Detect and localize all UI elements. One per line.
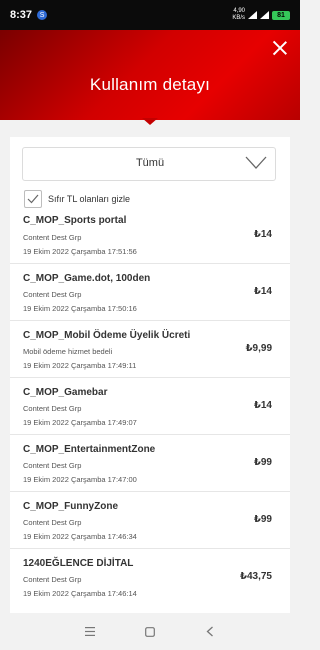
system-nav-bar	[0, 613, 300, 650]
page-title: Kullanım detayı	[89, 75, 211, 94]
item-amount: ₺14	[253, 229, 272, 240]
item-name: 1240EĞLENCE DİJİTAL	[23, 558, 134, 569]
item-amount: ₺43,75	[240, 571, 272, 582]
item-category: Content Dest Grp	[23, 518, 82, 527]
chevron-down-icon	[245, 156, 267, 169]
item-amount: ₺14	[253, 286, 272, 297]
menu-icon[interactable]	[83, 625, 97, 639]
page-header: Kullanım detayı	[0, 30, 300, 120]
filter-dropdown[interactable]: Tümü	[22, 147, 276, 181]
item-name: C_MOP_Sports portal	[23, 215, 127, 226]
item-amount: ₺99	[253, 457, 272, 468]
list-item[interactable]: C_MOP_Sports portal Content Dest Grp 19 …	[10, 209, 290, 264]
status-time: 8:37	[10, 9, 33, 21]
back-chevron-icon[interactable]	[203, 625, 217, 639]
item-date: 19 Ekim 2022 Çarşamba 17:49:07	[23, 418, 137, 427]
item-amount: ₺14	[253, 400, 272, 411]
list-item[interactable]: 1240EĞLENCE DİJİTAL Content Dest Grp 19 …	[10, 549, 290, 606]
list-item[interactable]: C_MOP_FunnyZone Content Dest Grp 19 Ekim…	[10, 492, 290, 549]
hide-zero-label: Sıfır TL olanları gizle	[48, 194, 131, 204]
item-date: 19 Ekim 2022 Çarşamba 17:46:14	[23, 589, 137, 598]
list-item[interactable]: C_MOP_Mobil Ödeme Üyelik Ücreti Mobil öd…	[10, 321, 290, 378]
item-date: 19 Ekim 2022 Çarşamba 17:46:34	[23, 532, 137, 541]
home-square-icon[interactable]	[143, 625, 157, 639]
list-item[interactable]: C_MOP_Game.dot, 100den Content Dest Grp …	[10, 264, 290, 321]
battery-icon: 81	[272, 10, 290, 20]
item-date: 19 Ekim 2022 Çarşamba 17:47:00	[23, 475, 137, 484]
list-item[interactable]: C_MOP_EntertainmentZone Content Dest Grp…	[10, 435, 290, 492]
item-amount: ₺99	[253, 514, 272, 525]
filter-selected-value: Tümü	[135, 157, 165, 169]
item-amount: ₺9,99	[245, 343, 272, 354]
item-date: 19 Ekim 2022 Çarşamba 17:50:16	[23, 304, 137, 313]
item-name: C_MOP_EntertainmentZone	[23, 444, 156, 455]
item-category: Content Dest Grp	[23, 233, 82, 242]
status-right-group: 4,90 KB/s 81	[232, 8, 290, 22]
item-category: Content Dest Grp	[23, 404, 82, 413]
header-pointer	[142, 118, 158, 125]
close-icon[interactable]	[273, 41, 287, 55]
list-item[interactable]: C_MOP_Gamebar Content Dest Grp 19 Ekim 2…	[10, 378, 290, 435]
hide-zero-row[interactable]: Sıfır TL olanları gizle	[24, 189, 130, 209]
usage-list: C_MOP_Sports portal Content Dest Grp 19 …	[10, 209, 290, 606]
hide-zero-checkbox[interactable]	[24, 190, 42, 208]
item-category: Content Dest Grp	[23, 290, 82, 299]
net-speed: 4,90 KB/s	[232, 8, 245, 22]
item-name: C_MOP_Gamebar	[23, 387, 108, 398]
item-date: 19 Ekim 2022 Çarşamba 17:51:56	[23, 247, 137, 256]
item-category: Content Dest Grp	[23, 575, 82, 584]
item-category: Content Dest Grp	[23, 461, 82, 470]
item-category: Mobil ödeme hizmet bedeli	[23, 347, 113, 356]
signal-2-icon	[260, 11, 269, 19]
item-name: C_MOP_FunnyZone	[23, 501, 119, 512]
item-date: 19 Ekim 2022 Çarşamba 17:49:11	[23, 361, 137, 370]
checkmark-icon	[27, 194, 39, 204]
app-badge-letter: S	[39, 11, 45, 19]
usage-panel: Tümü Sıfır TL olanları gizle C_MOP_Sport…	[10, 137, 290, 613]
item-name: C_MOP_Mobil Ödeme Üyelik Ücreti	[23, 330, 191, 341]
signal-icon	[248, 11, 257, 19]
net-speed-value: 4,90	[233, 8, 245, 14]
status-bar: 8:37 S 4,90 KB/s 81	[0, 0, 300, 30]
net-speed-unit: KB/s	[232, 15, 245, 21]
item-name: C_MOP_Game.dot, 100den	[23, 273, 151, 284]
app-notification-icon: S	[37, 10, 48, 20]
